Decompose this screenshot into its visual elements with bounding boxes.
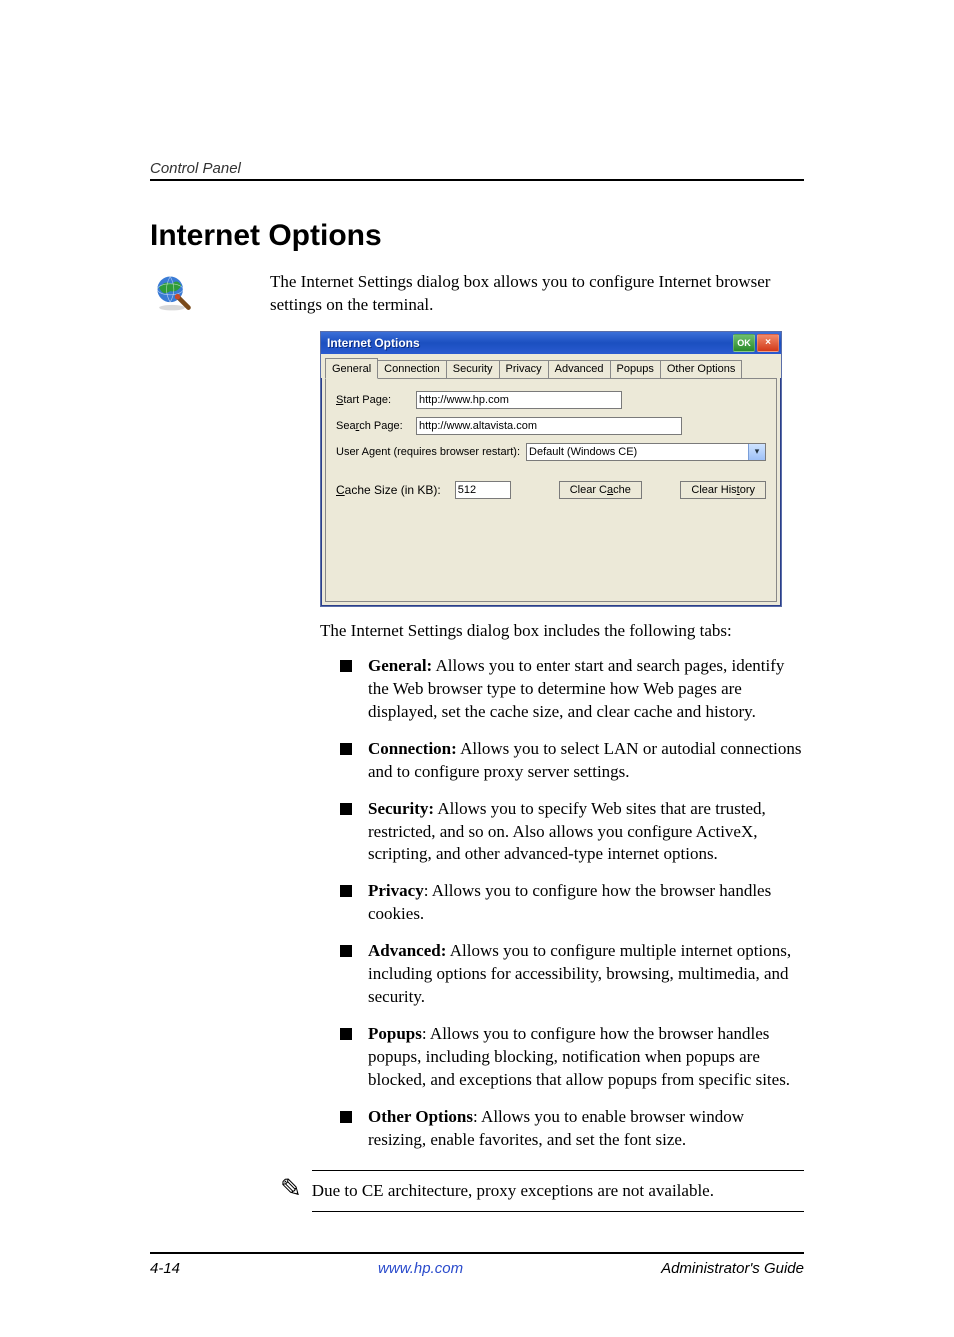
tabs-intro-text: The Internet Settings dialog box include… xyxy=(320,621,804,641)
intro-text: The Internet Settings dialog box allows … xyxy=(270,271,804,317)
cache-size-label: Cache Size (in KB): xyxy=(336,483,441,497)
tab-privacy[interactable]: Privacy xyxy=(499,360,549,378)
list-item: Other Options: Allows you to enable brow… xyxy=(340,1106,804,1152)
footer-url: www.hp.com xyxy=(180,1260,661,1277)
search-page-input[interactable] xyxy=(416,417,682,435)
dialog-titlebar: Internet Options OK × xyxy=(321,332,781,354)
note-icon: ✎ xyxy=(280,1170,302,1202)
clear-history-button[interactable]: Clear History xyxy=(680,481,766,499)
tab-panel-general: Start Page: Search Page: User Agent (req… xyxy=(325,378,777,602)
user-agent-label: User Agent (requires browser restart): xyxy=(336,446,520,458)
close-button[interactable]: × xyxy=(757,334,779,352)
list-item: Popups: Allows you to configure how the … xyxy=(340,1023,804,1092)
clear-cache-button[interactable]: Clear Cache xyxy=(559,481,642,499)
internet-options-dialog: Internet Options OK × General Connection… xyxy=(320,331,782,607)
list-item: Connection: Allows you to select LAN or … xyxy=(340,738,804,784)
page-title: Internet Options xyxy=(150,219,804,253)
tab-connection[interactable]: Connection xyxy=(377,360,447,378)
tabstrip: General Connection Security Privacy Adva… xyxy=(321,354,781,378)
tab-general[interactable]: General xyxy=(325,358,378,379)
tab-advanced[interactable]: Advanced xyxy=(548,360,611,378)
header-section: Control Panel xyxy=(150,160,804,181)
list-item: Security: Allows you to specify Web site… xyxy=(340,798,804,867)
doc-title: Administrator's Guide xyxy=(661,1260,804,1277)
list-item: Privacy: Allows you to configure how the… xyxy=(340,880,804,926)
ok-button[interactable]: OK xyxy=(733,334,755,352)
list-item: Advanced: Allows you to configure multip… xyxy=(340,940,804,1009)
user-agent-value: Default (Windows CE) xyxy=(527,444,748,460)
search-page-label: Search Page: xyxy=(336,420,416,432)
start-page-input[interactable] xyxy=(416,391,622,409)
chevron-down-icon[interactable]: ▾ xyxy=(748,444,765,460)
page-number: 4-14 xyxy=(150,1260,180,1277)
cache-size-input[interactable] xyxy=(455,481,511,499)
note-text: Due to CE architecture, proxy exceptions… xyxy=(312,1171,804,1211)
tab-other-options[interactable]: Other Options xyxy=(660,360,742,378)
tab-descriptions-list: General: Allows you to enter start and s… xyxy=(340,655,804,1152)
tab-security[interactable]: Security xyxy=(446,360,500,378)
dialog-title: Internet Options xyxy=(327,336,731,350)
page-footer: 4-14 www.hp.com Administrator's Guide xyxy=(150,1252,804,1277)
start-page-label: Start Page: xyxy=(336,394,416,406)
list-item: General: Allows you to enter start and s… xyxy=(340,655,804,724)
tab-popups[interactable]: Popups xyxy=(610,360,661,378)
user-agent-select[interactable]: Default (Windows CE) ▾ xyxy=(526,443,766,461)
internet-options-icon xyxy=(150,271,194,320)
